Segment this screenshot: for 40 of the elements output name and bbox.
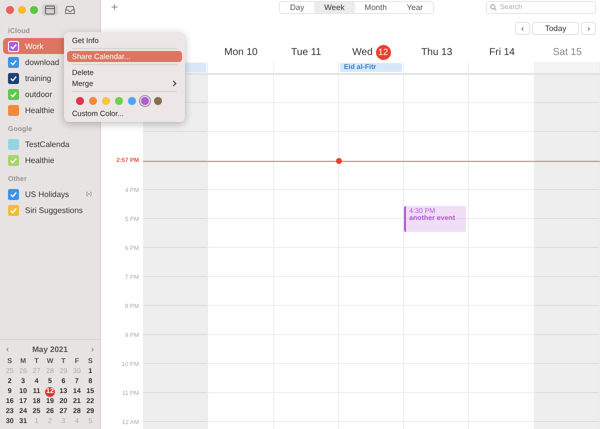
calendar-item[interactable]: TestCalenda (3, 136, 97, 152)
view-tab[interactable]: Year (396, 2, 433, 13)
calendar-checkbox[interactable] (8, 56, 19, 68)
color-swatch[interactable] (89, 97, 97, 105)
next-month-button[interactable]: › (91, 344, 94, 354)
previous-button[interactable]: ‹ (515, 22, 530, 34)
close-button[interactable] (6, 6, 14, 14)
add-button[interactable]: + (111, 0, 118, 14)
calendar-item[interactable]: Healthie (3, 152, 97, 168)
search-icon (490, 4, 497, 11)
calendar-checkbox[interactable] (8, 72, 19, 84)
day-header: Thu 13 (421, 46, 452, 58)
next-button[interactable]: › (581, 22, 596, 34)
color-swatch[interactable] (141, 97, 149, 105)
day-header: Wed (352, 46, 373, 58)
calendar-checkbox[interactable] (8, 88, 19, 100)
inbox-icon[interactable] (62, 4, 78, 16)
calendar-icon[interactable] (42, 4, 58, 16)
today-button[interactable]: Today (532, 22, 580, 34)
view-tab[interactable]: Week (314, 2, 355, 13)
color-swatch[interactable] (128, 97, 136, 105)
previous-month-button[interactable]: ‹ (6, 344, 9, 354)
color-swatch[interactable] (76, 97, 84, 105)
calendar-item[interactable]: Siri Suggestions (3, 202, 97, 218)
day-header: Sat 15 (552, 46, 582, 58)
calendar-checkbox[interactable] (8, 188, 19, 200)
view-tab[interactable]: Month (354, 2, 397, 13)
view-tab[interactable]: Day (280, 2, 314, 13)
minimize-button[interactable] (18, 6, 26, 14)
color-swatch[interactable] (115, 97, 123, 105)
calendar-item[interactable]: US Holidays (3, 186, 97, 202)
today-badge: 12 (376, 44, 391, 60)
color-swatch[interactable] (154, 97, 162, 105)
day-header: Tue 11 (291, 46, 322, 58)
day-header: Fri 14 (489, 46, 515, 58)
color-swatch[interactable] (102, 97, 110, 105)
calendar-checkbox[interactable] (8, 104, 19, 116)
zoom-button[interactable] (30, 6, 38, 14)
day-header: Mon 10 (224, 46, 258, 58)
mini-calendar-title: May 2021 (32, 344, 68, 354)
